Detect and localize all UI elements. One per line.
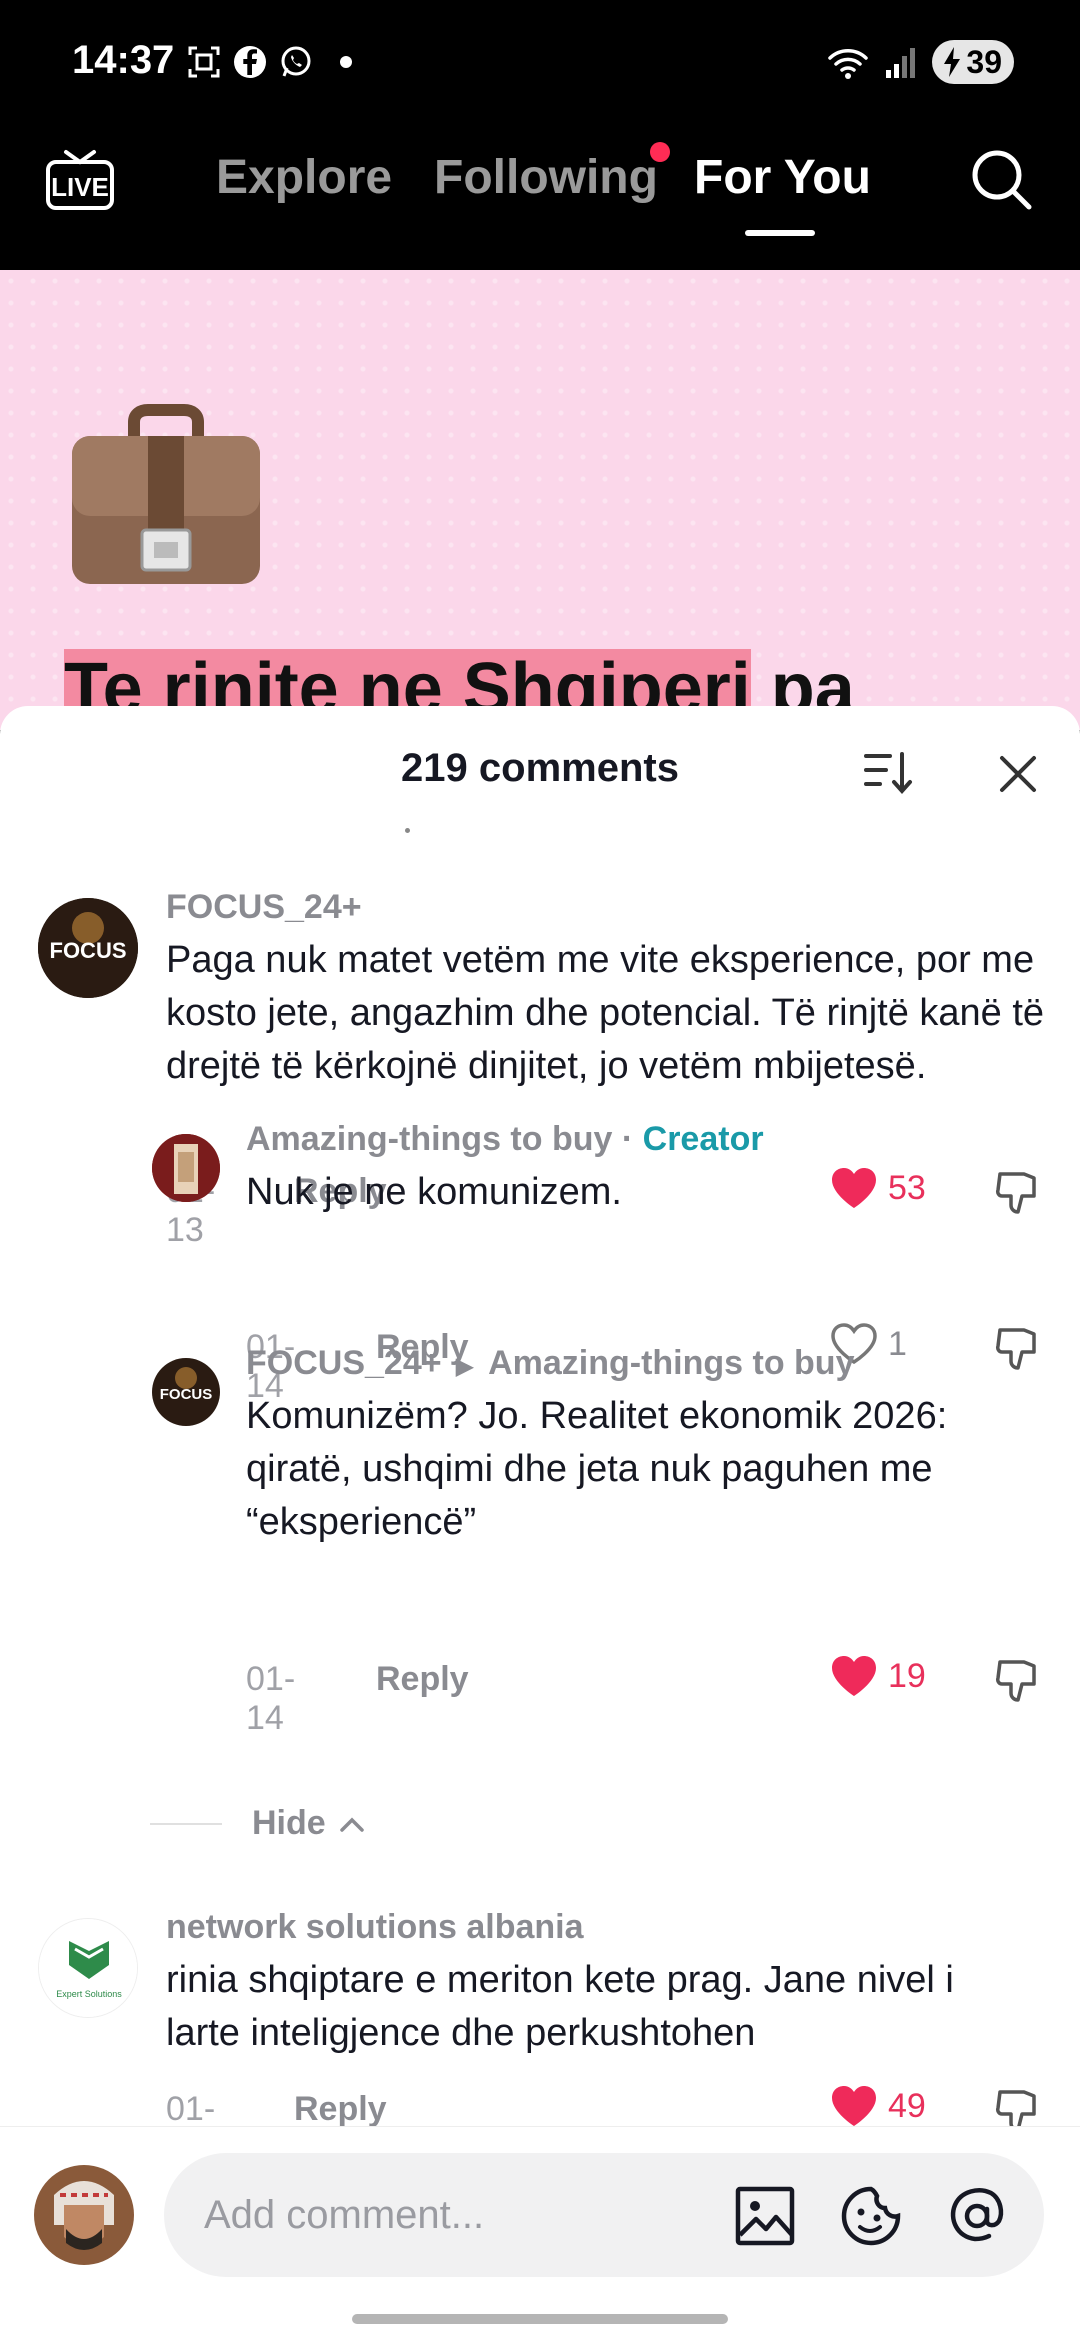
sort-icon[interactable]	[862, 748, 916, 798]
like-count: 49	[888, 2086, 926, 2125]
chevron-up-icon	[339, 1817, 364, 1832]
heart-filled-icon	[832, 2086, 876, 2126]
notification-icons	[186, 44, 352, 80]
comment-date: 01-14	[246, 1660, 296, 1737]
reply-button[interactable]: Reply	[294, 2090, 387, 2129]
avatar[interactable]: FOCUS	[38, 898, 138, 998]
dislike-icon[interactable]	[994, 1324, 1044, 1374]
heart-filled-icon	[832, 1656, 876, 1696]
tab-following[interactable]: Following	[434, 150, 658, 205]
reply-arrow-icon: ▶	[455, 1353, 475, 1380]
creator-tag: Creator	[642, 1120, 764, 1158]
system-status: 39	[826, 40, 1014, 84]
battery-indicator: 39	[932, 40, 1014, 84]
status-bar: 14:37 39	[0, 0, 1080, 120]
whatsapp-icon	[278, 44, 314, 80]
comments-sheet: 219 comments FOCUS FOCUS_24+ Paga nuk ma…	[0, 706, 1080, 2340]
signal-icon	[886, 48, 916, 78]
tab-explore[interactable]: Explore	[216, 150, 392, 205]
tab-for-you[interactable]: For You	[694, 150, 871, 205]
status-time: 14:37	[72, 38, 175, 82]
charging-icon	[944, 47, 961, 77]
hide-replies-button[interactable]: Hide	[150, 1804, 366, 1843]
live-icon[interactable]: LIVE	[44, 144, 116, 216]
home-indicator[interactable]	[352, 2314, 728, 2324]
video-preview[interactable]: Te rinite ne Shqiperi pa	[0, 270, 1080, 730]
comment-text: rinia shqiptare e meriton kete prag. Jan…	[166, 1959, 954, 2054]
divider	[150, 1822, 222, 1825]
avatar[interactable]	[152, 1134, 220, 1202]
briefcase-icon	[66, 400, 266, 590]
more-notifications-dot	[340, 56, 352, 68]
search-icon[interactable]	[968, 146, 1034, 212]
comment-username[interactable]: FOCUS_24+	[166, 888, 362, 927]
comment-username[interactable]: network solutions albania	[166, 1908, 584, 1947]
svg-text:FOCUS: FOCUS	[50, 938, 127, 963]
comment-username[interactable]: FOCUS_24+ ▶ Amazing-things to buy	[246, 1344, 854, 1383]
svg-text:Expert Solutions: Expert Solutions	[56, 1989, 122, 1999]
comment-composer	[0, 2126, 1080, 2340]
comment-username[interactable]: Amazing-things to buy · Creator	[246, 1120, 764, 1159]
comment-text: Paga nuk matet vetëm me vite eksperience…	[166, 939, 1045, 1087]
mention-icon[interactable]	[946, 2185, 1008, 2247]
user-avatar[interactable]	[34, 2165, 134, 2265]
username-separator: ·	[612, 1120, 643, 1158]
like-count: 1	[888, 1324, 907, 1363]
like-count: 19	[888, 1656, 926, 1695]
like-button[interactable]: 19	[830, 1654, 926, 1698]
svg-text:FOCUS: FOCUS	[160, 1386, 213, 1403]
image-icon[interactable]	[734, 2185, 796, 2247]
reply-button[interactable]: Reply	[376, 1660, 469, 1699]
top-navigation: LIVE Explore Following For You	[0, 120, 1080, 270]
active-tab-indicator	[745, 230, 815, 236]
dislike-icon[interactable]	[994, 1656, 1044, 1706]
comments-count-title: 219 comments	[401, 746, 679, 790]
hide-label: Hide	[252, 1804, 326, 1842]
following-badge	[650, 142, 670, 162]
avatar[interactable]: Expert Solutions	[38, 1918, 138, 2018]
svg-text:LIVE: LIVE	[51, 172, 109, 202]
wifi-icon	[828, 49, 869, 79]
reply-username[interactable]: FOCUS_24+	[246, 1344, 442, 1382]
divider-dot	[405, 828, 410, 833]
comment-text: Nuk je ne komunizem.	[246, 1171, 622, 1213]
emoji-icon[interactable]	[840, 2185, 902, 2247]
avatar[interactable]: FOCUS	[152, 1358, 220, 1426]
battery-level: 39	[966, 43, 1002, 80]
screenshot-icon	[186, 44, 222, 80]
close-icon[interactable]	[994, 750, 1042, 798]
like-button[interactable]: 49	[830, 2084, 926, 2128]
add-comment-input[interactable]	[164, 2153, 1044, 2277]
reply-to-username[interactable]: Amazing-things to buy	[488, 1344, 854, 1382]
comment-text: Komunizëm? Jo. Realitet ekonomik 2026: q…	[246, 1395, 948, 1543]
facebook-icon	[232, 44, 268, 80]
reply-username[interactable]: Amazing-things to buy	[246, 1120, 612, 1158]
